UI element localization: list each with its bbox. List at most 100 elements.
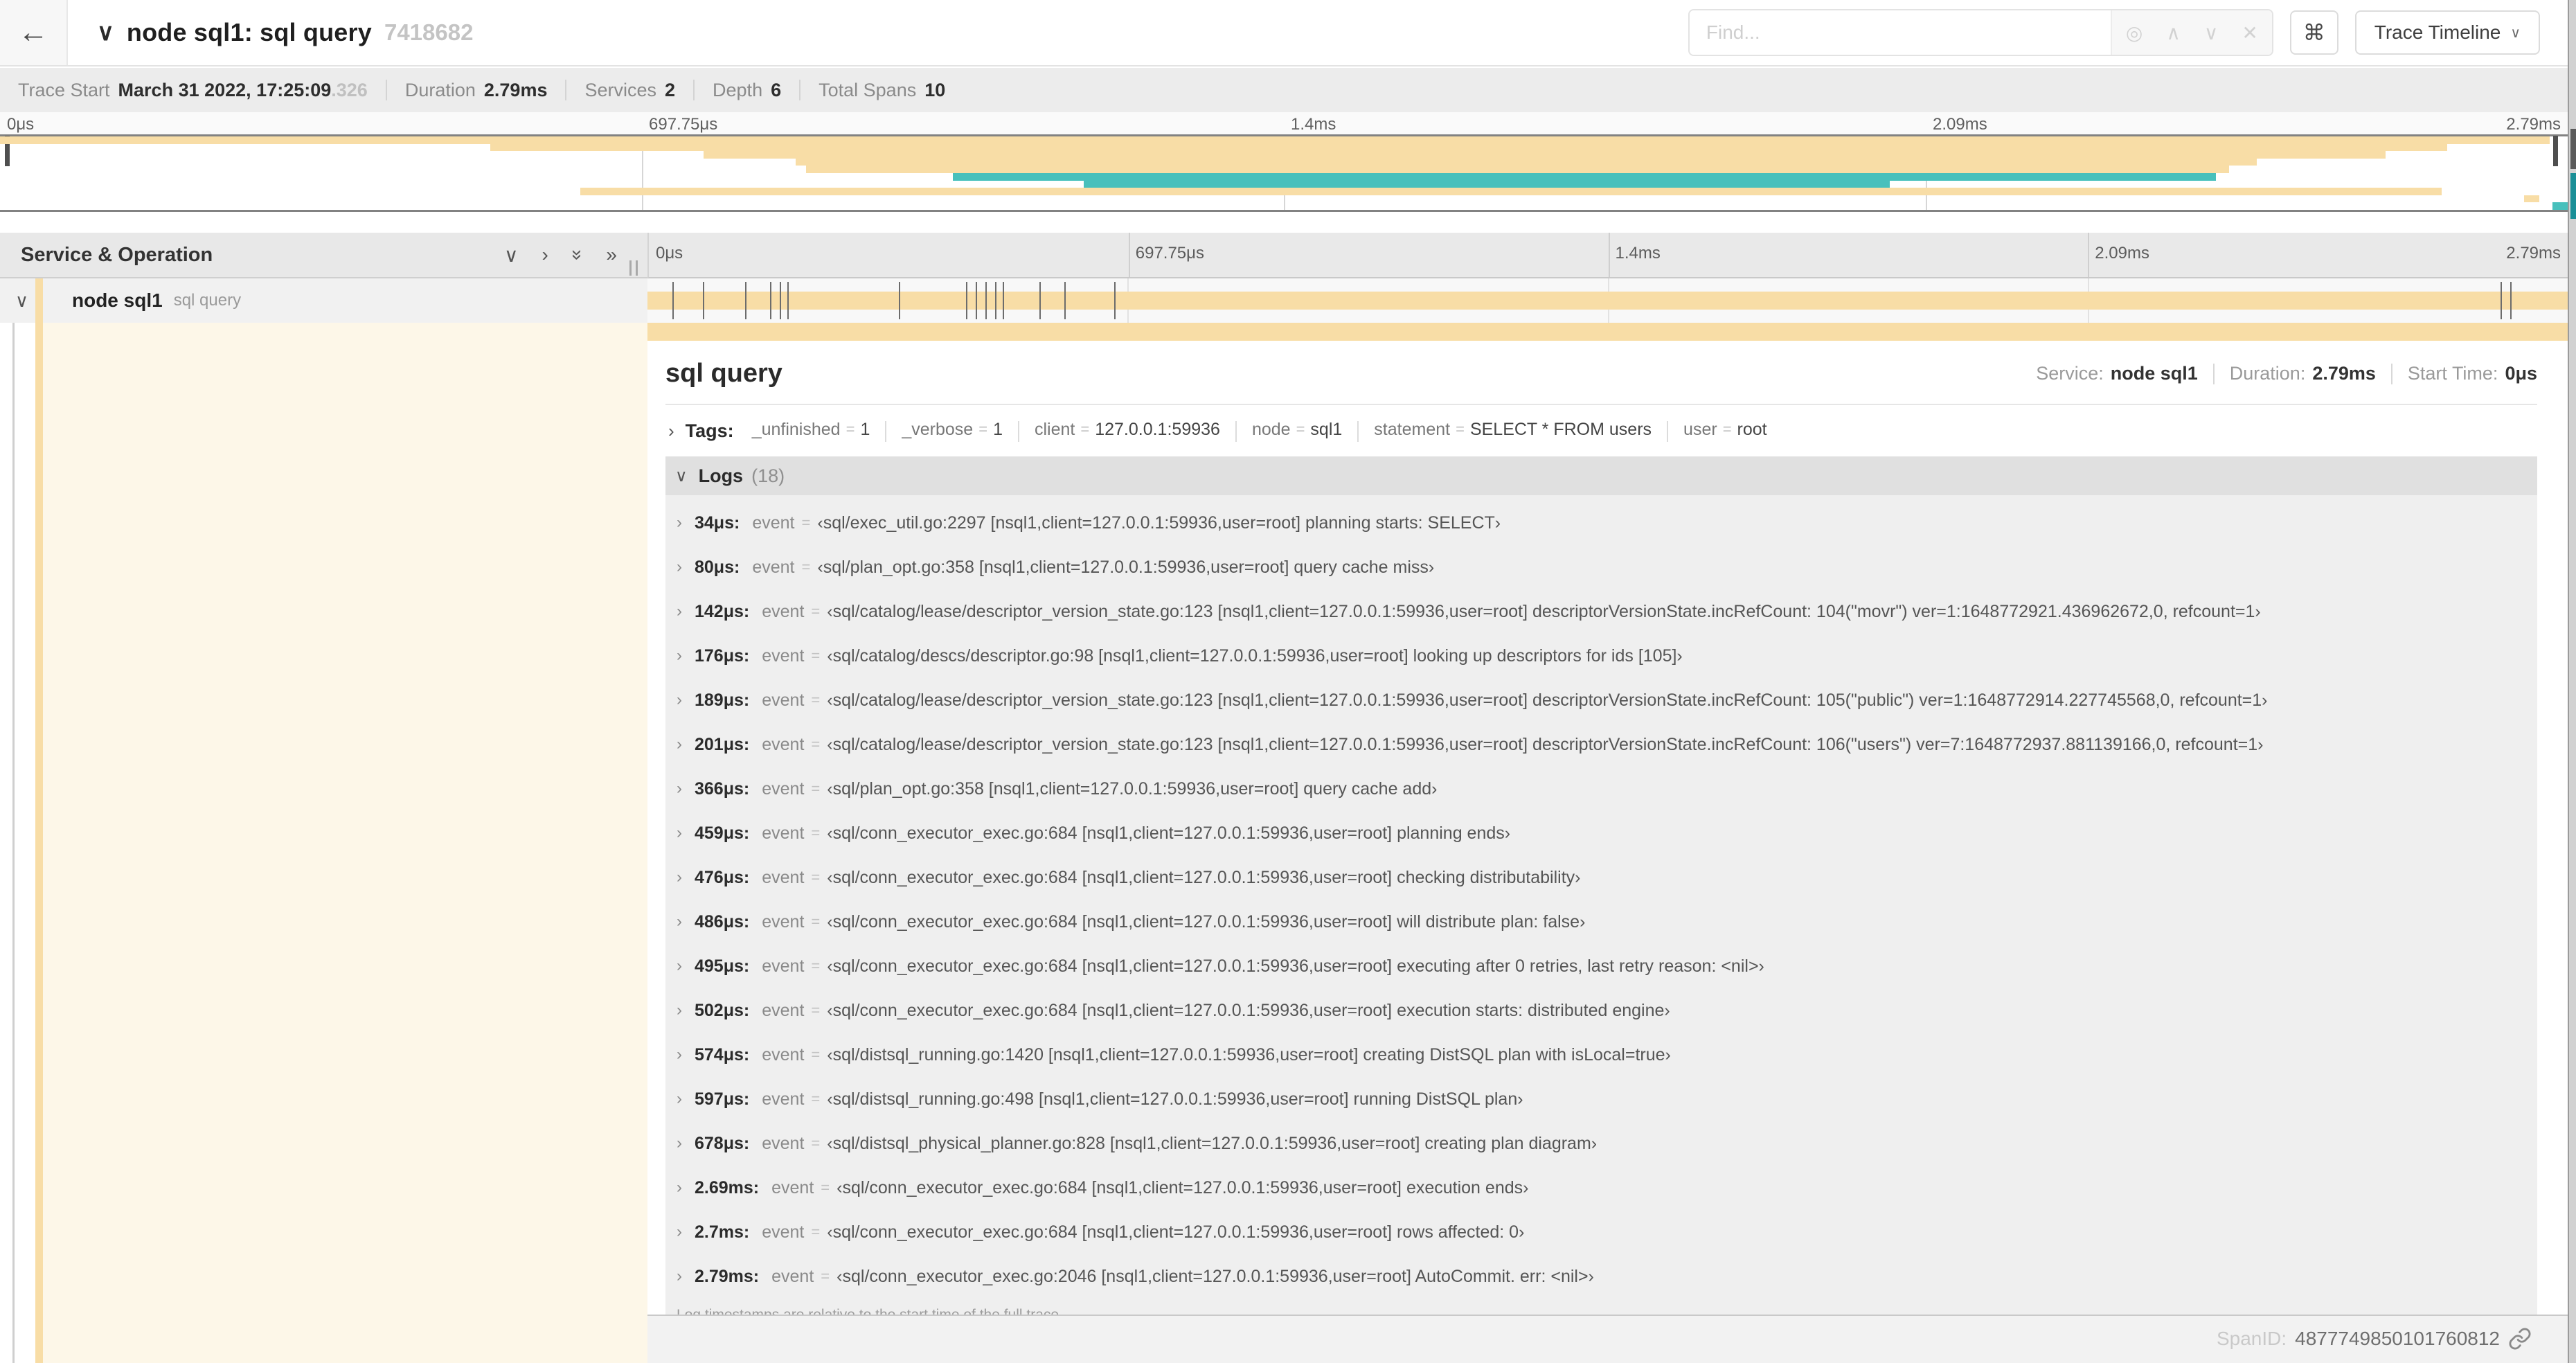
- chevron-right-icon[interactable]: ›: [677, 735, 682, 754]
- tag-item[interactable]: statement = SELECT * FROM users: [1374, 420, 1652, 440]
- log-field-name: event: [771, 1266, 814, 1286]
- log-field-name: event: [762, 1133, 805, 1153]
- trace-collapse-icon[interactable]: ∨: [97, 19, 114, 46]
- tag-value: 1: [860, 419, 870, 439]
- chevron-down-icon: ∨: [675, 466, 688, 485]
- chevron-right-icon[interactable]: ›: [677, 1267, 682, 1286]
- minimap-span-bar: [0, 136, 2550, 144]
- ruler-tick-label: 697.75μs: [1135, 244, 1204, 262]
- tag-item[interactable]: _verbose = 1: [902, 420, 1003, 440]
- expand-one-level-icon[interactable]: ∨: [504, 244, 519, 267]
- next-result-icon[interactable]: ∨: [2204, 21, 2219, 44]
- tag-item[interactable]: user = root: [1683, 420, 1767, 440]
- chevron-right-icon[interactable]: ›: [677, 912, 682, 932]
- chevron-right-icon[interactable]: ›: [677, 868, 682, 887]
- log-entry[interactable]: › 80μs: event = ‹sql/plan_opt.go:358 [nsql1,…: [665, 545, 2537, 589]
- minimap-span-bar: [490, 143, 2447, 152]
- log-entry[interactable]: › 574μs: event = ‹sql/distsql_running.go:142…: [665, 1033, 2537, 1077]
- span-bar-row[interactable]: [647, 278, 2568, 323]
- collapse-all-icon[interactable]: »: [606, 244, 617, 266]
- chevron-down-icon[interactable]: ∨: [15, 290, 36, 312]
- log-entry[interactable]: › 201μs: event = ‹sql/catalog/lease/descript…: [665, 722, 2537, 767]
- chevron-right-icon[interactable]: ›: [677, 1045, 682, 1064]
- page-header: ← ∨ node sql1: sql query 7418682 ◎ ∧ ∨ ✕…: [0, 0, 2576, 66]
- header-controls: ◎ ∧ ∨ ✕ ⌘ Trace Timeline ∨: [1688, 9, 2576, 56]
- log-entry[interactable]: › 2.7ms: event = ‹sql/conn_executor_exec.go:…: [665, 1210, 2537, 1254]
- chevron-right-icon[interactable]: ›: [677, 691, 682, 710]
- chevron-right-icon[interactable]: ›: [677, 1222, 682, 1242]
- chevron-right-icon[interactable]: ›: [677, 646, 682, 666]
- log-value: ‹sql/exec_util.go:2297 [nsql1,client=127…: [817, 513, 1501, 533]
- keyboard-shortcuts-button[interactable]: ⌘: [2289, 10, 2338, 55]
- log-entry[interactable]: › 2.79ms: event = ‹sql/conn_executor_exec.go…: [665, 1254, 2537, 1299]
- scrollbar-span-marker: [2570, 173, 2576, 219]
- chevron-right-icon[interactable]: ›: [677, 513, 682, 533]
- log-marker: [1064, 282, 1066, 319]
- log-entry[interactable]: › 459μs: event = ‹sql/conn_executor_exec.go:…: [665, 811, 2537, 855]
- tag-item[interactable]: node = sql1: [1252, 420, 1342, 440]
- log-entry[interactable]: › 176μs: event = ‹sql/catalog/descs/descript…: [665, 634, 2537, 678]
- prev-result-icon[interactable]: ∧: [2166, 21, 2181, 44]
- back-button[interactable]: ←: [0, 0, 68, 65]
- log-entry[interactable]: › 486μs: event = ‹sql/conn_executor_exec.go:…: [665, 900, 2537, 944]
- log-entry[interactable]: › 597μs: event = ‹sql/distsql_running.go:498…: [665, 1077, 2537, 1121]
- span-duration-bar[interactable]: [647, 292, 2568, 310]
- logs-section-header[interactable]: ∨ Logs (18): [665, 456, 2537, 495]
- log-field-name: event: [762, 645, 805, 666]
- tree-gutter: [0, 323, 35, 1363]
- log-entry[interactable]: › 495μs: event = ‹sql/conn_executor_exec.go:…: [665, 944, 2537, 988]
- chevron-right-icon[interactable]: ›: [677, 558, 682, 577]
- log-entry[interactable]: › 366μs: event = ‹sql/plan_opt.go:358 [nsql1…: [665, 767, 2537, 811]
- chevron-right-icon[interactable]: ›: [677, 1134, 682, 1153]
- log-marker: [703, 282, 705, 319]
- column-resizer[interactable]: [629, 260, 638, 276]
- minimap[interactable]: [0, 134, 2568, 212]
- chevron-right-icon[interactable]: ›: [677, 823, 682, 843]
- chevron-right-icon[interactable]: ›: [677, 602, 682, 621]
- log-entry[interactable]: › 2.69ms: event = ‹sql/conn_executor_exec.go…: [665, 1166, 2537, 1210]
- log-entry[interactable]: › 142μs: event = ‹sql/catalog/lease/descript…: [665, 589, 2537, 634]
- page-title: node sql1: sql query: [126, 18, 372, 46]
- ruler-tick-label: 2.79ms: [2506, 244, 2561, 262]
- summary-label: Trace Start: [18, 79, 110, 100]
- tag-item[interactable]: client = 127.0.0.1:59936: [1035, 420, 1220, 440]
- scrollbar-thumb[interactable]: [2570, 129, 2576, 169]
- equals-sign: =: [801, 558, 811, 576]
- span-detail-header: sql query Service: node sql1 Duration: 2.79…: [665, 359, 2537, 389]
- find-input[interactable]: [1689, 10, 2111, 55]
- view-selector-button[interactable]: Trace Timeline ∨: [2354, 10, 2540, 55]
- meta-divider: [2390, 363, 2392, 384]
- chevron-right-icon[interactable]: ›: [677, 1001, 682, 1020]
- log-entry[interactable]: › 678μs: event = ‹sql/distsql_physical_plann…: [665, 1121, 2537, 1166]
- log-entry[interactable]: › 502μs: event = ‹sql/conn_executor_exec.go:…: [665, 988, 2537, 1033]
- chevron-right-icon[interactable]: ›: [677, 956, 682, 976]
- log-value: ‹sql/conn_executor_exec.go:684 [nsql1,cl…: [827, 1222, 1525, 1242]
- log-value: ‹sql/conn_executor_exec.go:684 [nsql1,cl…: [827, 911, 1586, 932]
- collapse-one-level-icon[interactable]: ›: [542, 244, 548, 266]
- chevron-right-icon[interactable]: ›: [677, 1089, 682, 1109]
- span-row-label[interactable]: ∨ node sql1 sql query: [0, 278, 647, 323]
- clear-search-icon[interactable]: ✕: [2242, 21, 2257, 44]
- expand-all-icon[interactable]: »: [566, 249, 589, 260]
- log-entry[interactable]: › 34μs: event = ‹sql/exec_util.go:2297 [nsql…: [665, 501, 2537, 545]
- trace-summary-bar: Trace Start March 31 2022, 17:25:09.326 Du…: [0, 68, 2576, 112]
- tag-divider: [1235, 421, 1237, 443]
- log-field-name: event: [771, 1177, 814, 1197]
- log-entry[interactable]: › 476μs: event = ‹sql/conn_executor_exec.go:…: [665, 855, 2537, 900]
- locate-icon[interactable]: ◎: [2126, 21, 2143, 44]
- chevron-right-icon[interactable]: ›: [677, 779, 682, 799]
- ruler-tick-label: 0μs: [7, 115, 35, 134]
- span-color-bar: [35, 323, 43, 1363]
- tags-section[interactable]: › Tags: _unfinished = 1 _verbose = 1 client = 12…: [665, 415, 2537, 447]
- log-marker: [994, 282, 996, 319]
- meta-item: Duration: 2.79ms: [2230, 363, 2376, 384]
- tag-item[interactable]: _unfinished = 1: [752, 420, 870, 440]
- minimap-right-drag-handle[interactable]: [2553, 136, 2558, 166]
- span-detail-panel: sql query Service: node sql1 Duration: 2.79…: [647, 323, 2568, 1363]
- log-entry[interactable]: › 189μs: event = ‹sql/catalog/lease/descript…: [665, 678, 2537, 722]
- chevron-right-icon[interactable]: ›: [677, 1178, 682, 1197]
- service-operation-title: Service & Operation: [21, 243, 213, 266]
- vertical-scrollbar[interactable]: [2568, 0, 2576, 1363]
- link-icon[interactable]: [2508, 1327, 2532, 1351]
- minimap-span-bar: [796, 158, 2257, 166]
